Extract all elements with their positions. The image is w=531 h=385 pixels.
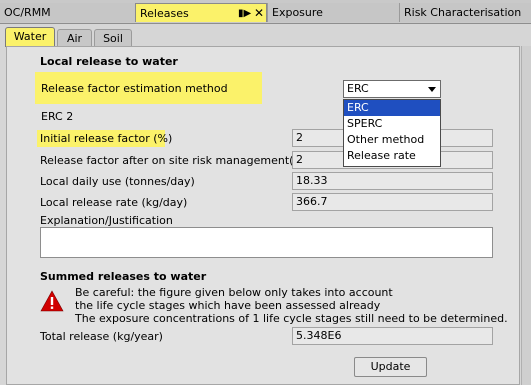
release-rate-field[interactable]: 366.7 <box>292 193 493 211</box>
total-release-label: Total release (kg/year) <box>40 330 163 343</box>
warning-text-line3: The exposure concentrations of 1 life cy… <box>75 312 508 325</box>
dropdown-option-release-rate[interactable]: Release rate <box>344 148 440 164</box>
warning-text-line1: Be careful: the figure given below only … <box>75 286 393 299</box>
water-release-panel: Local release to water Release factor es… <box>6 46 520 385</box>
method-label: Release factor estimation method <box>41 82 228 95</box>
chevron-down-icon[interactable] <box>428 87 436 92</box>
tab-label: Exposure <box>272 6 323 19</box>
tab-exposure[interactable]: Exposure <box>267 3 399 22</box>
after-rmm-label: Release factor after on site risk manage… <box>40 154 309 167</box>
tab-label: Releases <box>140 7 189 20</box>
tab-label: Risk Characterisation <box>404 6 522 19</box>
section-title-local: Local release to water <box>40 55 178 68</box>
section-tab-bar: OC/RMM Releases ▮▶ ✕ Exposure Risk Chara… <box>0 0 531 24</box>
vertical-scrollbar[interactable] <box>521 46 531 385</box>
warning-text-line2: the life cycle stages which have been as… <box>75 299 381 312</box>
tab-label: Soil <box>103 32 123 45</box>
tab-label: OC/RMM <box>4 6 51 19</box>
dropdown-option-erc[interactable]: ERC <box>344 100 440 116</box>
section-title-summed: Summed releases to water <box>40 270 207 283</box>
select-value: ERC <box>347 82 369 95</box>
daily-use-label: Local daily use (tonnes/day) <box>40 175 195 188</box>
explanation-label: Explanation/Justification <box>40 214 173 227</box>
maximize-icon[interactable]: ▮▶ <box>238 4 251 23</box>
tab-label: Air <box>66 32 83 45</box>
release-rate-label: Local release rate (kg/day) <box>40 196 188 209</box>
close-icon[interactable]: ✕ <box>254 4 264 23</box>
tab-soil[interactable]: Soil <box>94 29 132 47</box>
tab-risk-characterisation[interactable]: Risk Characterisation <box>399 3 531 22</box>
tab-releases[interactable]: Releases ▮▶ ✕ <box>135 3 267 22</box>
compartment-tab-bar: Water Air Soil <box>0 24 531 47</box>
dropdown-option-sperc[interactable]: SPERC <box>344 116 440 132</box>
erc-value: ERC 2 <box>41 110 74 123</box>
warning-icon <box>40 290 64 312</box>
explanation-textarea[interactable] <box>40 227 493 258</box>
dropdown-option-other-method[interactable]: Other method <box>344 132 440 148</box>
method-dropdown-list: ERC SPERC Other method Release rate <box>343 99 441 167</box>
total-release-field[interactable]: 5.348E6 <box>292 327 493 345</box>
tab-air[interactable]: Air <box>57 29 92 47</box>
method-select[interactable]: ERC <box>343 80 441 98</box>
tab-oc-rmm[interactable]: OC/RMM <box>0 3 135 22</box>
daily-use-field[interactable]: 18.33 <box>292 172 493 190</box>
tab-water[interactable]: Water <box>5 27 55 47</box>
tab-label: Water <box>13 30 47 43</box>
initial-release-label: Initial release factor (%) <box>40 132 173 145</box>
update-button[interactable]: Update <box>354 357 427 377</box>
